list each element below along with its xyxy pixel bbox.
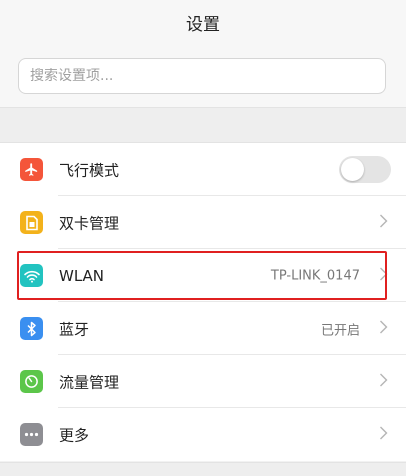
more-icon <box>20 423 43 446</box>
settings-item-label: WLAN <box>59 266 105 285</box>
chevron-right-icon <box>379 319 388 338</box>
settings-item-label: 流量管理 <box>59 373 120 391</box>
section-gap <box>0 108 406 142</box>
wifi-icon <box>20 264 43 287</box>
airplane-icon <box>20 158 43 181</box>
settings-item-wlan[interactable]: WLAN TP-LINK_0147 <box>0 249 406 302</box>
search-bar-container <box>0 44 406 108</box>
settings-item-label: 蓝牙 <box>59 320 90 338</box>
settings-item-bluetooth[interactable]: 蓝牙 已开启 <box>0 302 406 355</box>
search-box[interactable] <box>18 58 386 94</box>
page-title: 设置 <box>186 14 220 35</box>
nav-header: 设置 <box>0 0 406 44</box>
settings-item-airplane-mode[interactable]: 飞行模式 <box>0 143 406 196</box>
settings-item-label: 飞行模式 <box>59 161 120 179</box>
toggle-knob <box>341 158 364 181</box>
settings-item-label: 更多 <box>59 426 90 444</box>
data-usage-icon <box>20 370 43 393</box>
wlan-network-name: TP-LINK_0147 <box>270 268 360 283</box>
search-input[interactable] <box>30 68 370 84</box>
settings-item-more[interactable]: 更多 <box>0 408 406 461</box>
settings-list: 飞行模式 双卡管理 WLAN TP-LINK_0147 蓝牙 已开启 流量管理 … <box>0 142 406 461</box>
section-gap-bottom <box>0 462 406 476</box>
airplane-mode-toggle[interactable] <box>339 156 391 183</box>
settings-item-dual-sim[interactable]: 双卡管理 <box>0 196 406 249</box>
settings-item-label: 双卡管理 <box>59 214 120 232</box>
settings-item-data-usage[interactable]: 流量管理 <box>0 355 406 408</box>
bluetooth-icon <box>20 317 43 340</box>
bluetooth-status: 已开启 <box>320 323 360 338</box>
chevron-right-icon <box>379 425 388 444</box>
sim-card-icon <box>20 211 43 234</box>
chevron-right-icon <box>379 266 388 285</box>
chevron-right-icon <box>379 213 388 232</box>
chevron-right-icon <box>379 372 388 391</box>
